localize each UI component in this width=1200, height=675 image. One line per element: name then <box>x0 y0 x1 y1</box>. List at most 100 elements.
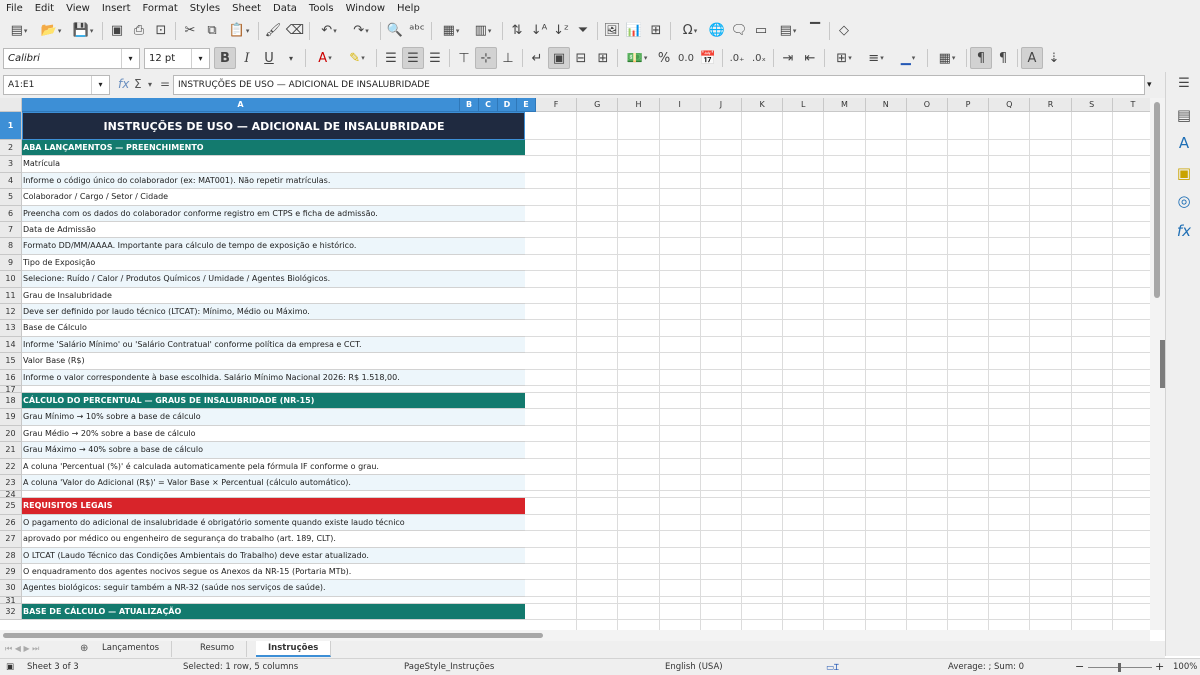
align-top-icon[interactable]: ⊤ <box>453 47 475 69</box>
menu-edit[interactable]: Edit <box>29 0 60 17</box>
currency-format-icon[interactable]: 💵 ▾ <box>621 47 653 69</box>
decrease-indent-icon[interactable]: ⇤ <box>799 47 821 69</box>
row-header-30[interactable]: 30 <box>0 580 22 597</box>
menu-sheet[interactable]: Sheet <box>226 0 267 17</box>
row-header-29[interactable]: 29 <box>0 564 22 581</box>
language[interactable]: English (USA) <box>665 662 723 672</box>
row-header-5[interactable]: 5 <box>0 189 22 206</box>
row-header-28[interactable]: 28 <box>0 547 22 564</box>
row-header-12[interactable]: 12 <box>0 304 22 321</box>
formula-icon[interactable]: = <box>160 77 170 91</box>
paste-icon[interactable]: 📋 ▾ <box>223 20 255 42</box>
row-header-13[interactable]: 13 <box>0 320 22 337</box>
column-header-j[interactable]: J <box>700 98 742 112</box>
row-header-1[interactable]: 1 <box>0 112 22 140</box>
font-color-button[interactable]: A ▾ <box>309 47 341 69</box>
align-center-icon[interactable]: ☰ <box>402 47 424 69</box>
menu-help[interactable]: Help <box>391 0 426 17</box>
row-header-6[interactable]: 6 <box>0 205 22 222</box>
page-style[interactable]: PageStyle_Instruções <box>404 662 494 672</box>
instruction-cell[interactable]: Formato DD/MM/AAAA. Importante para cálc… <box>22 238 525 255</box>
undo-icon[interactable]: ↶ ▾ <box>313 20 345 42</box>
conditional-format-icon[interactable]: ▦ ▾ <box>931 47 963 69</box>
menu-window[interactable]: Window <box>340 0 391 17</box>
column-header-l[interactable]: L <box>783 98 825 112</box>
merge-center-icon[interactable]: ▣ <box>548 47 570 69</box>
text-rtl-icon[interactable]: ¶ <box>992 47 1014 69</box>
sum-icon[interactable]: Σ <box>134 77 142 91</box>
headers-footers-icon[interactable]: ▭ <box>750 20 772 42</box>
sheet-tab-1[interactable]: Resumo <box>188 641 248 657</box>
align-bottom-icon[interactable]: ⊥ <box>497 47 519 69</box>
font-size-box[interactable]: 12 pt ▾ <box>144 47 210 69</box>
row-header-31[interactable]: 31 <box>0 596 22 604</box>
instruction-cell[interactable]: Grau Máximo → 40% sobre a base de cálcul… <box>22 442 525 459</box>
instruction-cell[interactable]: Agentes biológicos: seguir também a NR-3… <box>22 580 525 597</box>
chart-icon[interactable]: 📊 <box>623 20 645 42</box>
zoom-out-icon[interactable]: − <box>1075 660 1084 673</box>
italic-button[interactable]: I <box>236 47 258 69</box>
borders-icon[interactable]: ⊞ ▾ <box>828 47 860 69</box>
align-left-icon[interactable]: ☰ <box>380 47 402 69</box>
sheet-tab-2[interactable]: Instruções <box>256 641 332 657</box>
column-header-s[interactable]: S <box>1071 98 1113 112</box>
column-header-d[interactable]: D <box>498 98 517 112</box>
save-icon[interactable]: 💾 ▾ <box>67 20 99 42</box>
expand-formula-bar-icon[interactable]: ▾ <box>1147 80 1152 90</box>
row-header-26[interactable]: 26 <box>0 514 22 532</box>
spreadsheet-grid[interactable]: A B C D E F G H I J K L M N O P Q R S T 1 INSTRUÇÕES DE USO —… <box>0 98 1150 630</box>
zoom-in-icon[interactable]: + <box>1155 660 1164 673</box>
align-middle-icon[interactable]: ⊹ <box>475 47 497 69</box>
styles-icon[interactable]: A <box>1174 134 1194 152</box>
instruction-cell[interactable]: Informe o código único do colaborador (e… <box>22 172 525 190</box>
row-header-17[interactable]: 17 <box>0 386 22 394</box>
row-header-11[interactable]: 11 <box>0 287 22 304</box>
formula-input[interactable]: INSTRUÇÕES DE USO — ADICIONAL DE INSALUB… <box>173 75 1145 95</box>
underline-button[interactable]: U <box>258 47 280 69</box>
instruction-cell[interactable]: Selecione: Ruído / Calor / Produtos Quím… <box>22 271 525 288</box>
row-header-16[interactable]: 16 <box>0 369 22 386</box>
sort-icon[interactable]: ⇅ <box>506 20 528 42</box>
row-header-8[interactable]: 8 <box>0 238 22 255</box>
column-icon[interactable]: ▥ ▾ <box>467 20 499 42</box>
row-header-25[interactable]: 25 <box>0 498 22 515</box>
row-header-15[interactable]: 15 <box>0 353 22 370</box>
instruction-cell[interactable]: Valor Base (R$) <box>22 353 525 370</box>
column-header-k[interactable]: K <box>742 98 784 112</box>
row-header-2[interactable]: 2 <box>0 140 22 157</box>
row-header-10[interactable]: 10 <box>0 271 22 288</box>
menu-tools[interactable]: Tools <box>303 0 340 17</box>
show-draw-functions-icon[interactable]: ◇ <box>833 20 855 42</box>
menu-view[interactable]: View <box>60 0 96 17</box>
vertical-scroll-thumb[interactable] <box>1154 102 1160 298</box>
instruction-cell[interactable]: Data de Admissão <box>22 222 525 239</box>
sidebar-collapse-handle[interactable] <box>1160 340 1165 388</box>
image-icon[interactable]: 🖼 <box>601 20 623 42</box>
number-format-button[interactable]: 0.0 <box>675 47 697 69</box>
column-header-b[interactable]: B <box>460 98 479 112</box>
border-style-icon[interactable]: ≡ ▾ <box>860 47 892 69</box>
row-header-4[interactable]: 4 <box>0 172 22 190</box>
column-header-m[interactable]: M <box>824 98 866 112</box>
zoom-level[interactable]: 100% <box>1173 662 1197 672</box>
column-header-c[interactable]: C <box>479 98 498 112</box>
instruction-cell[interactable]: Colaborador / Cargo / Setor / Cidade <box>22 189 525 206</box>
instruction-cell[interactable]: O enquadramento dos agentes nocivos segu… <box>22 564 525 581</box>
section-header-cell[interactable]: CÁLCULO DO PERCENTUAL — GRAUS DE INSALUB… <box>22 393 525 410</box>
add-decimal-icon[interactable]: .0₊ <box>726 47 748 69</box>
menu-insert[interactable]: Insert <box>96 0 137 17</box>
instruction-cell[interactable]: O pagamento do adicional de insalubridad… <box>22 514 525 532</box>
zoom-slider-knob[interactable] <box>1118 663 1121 672</box>
autofilter-icon[interactable]: ⏷ <box>572 20 594 42</box>
align-right-icon[interactable]: ☰ <box>424 47 446 69</box>
menu-file[interactable]: File <box>0 0 29 17</box>
row-header-27[interactable]: 27 <box>0 531 22 548</box>
section-header-cell[interactable]: REQUISITOS LEGAIS <box>22 498 525 515</box>
instruction-cell[interactable]: Tipo de Exposição <box>22 255 525 272</box>
clone-formatting-icon[interactable]: 🖌 <box>262 20 284 42</box>
merge-cells-icon[interactable]: ⊟ <box>570 47 592 69</box>
text-horizontal-icon[interactable]: A <box>1021 47 1043 69</box>
instruction-cell[interactable]: Grau Mínimo → 10% sobre a base de cálcul… <box>22 409 525 426</box>
menu-format[interactable]: Format <box>137 0 184 17</box>
row-header-3[interactable]: 3 <box>0 156 22 173</box>
